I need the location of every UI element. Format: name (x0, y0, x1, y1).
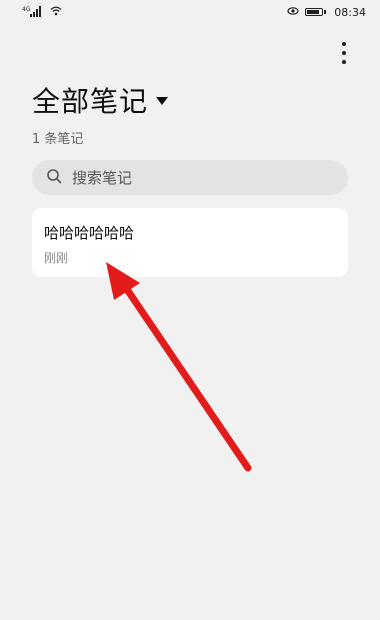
battery-icon (305, 8, 324, 16)
battery-tip (324, 10, 327, 14)
search-icon (46, 168, 62, 188)
signal-icon: 4G (22, 5, 44, 20)
note-title: 哈哈哈哈哈哈 (44, 224, 135, 242)
status-bar: 4G 08:34 (0, 0, 380, 24)
note-count: 1 条笔记 (32, 132, 84, 147)
page-title[interactable]: 全部笔记 (32, 80, 148, 120)
note-card[interactable]: 哈哈哈哈哈哈 刚刚 (32, 208, 348, 277)
dropdown-caret-icon[interactable] (156, 97, 169, 105)
header: 全部笔记 1 条笔记 (32, 80, 169, 147)
title-row[interactable]: 全部笔记 (32, 80, 169, 120)
status-time: 08:34 (334, 5, 366, 19)
wifi-icon (50, 6, 62, 19)
status-right: 08:34 (287, 6, 366, 19)
eye-comfort-icon (287, 6, 299, 19)
search-input[interactable]: 搜索笔记 (32, 160, 348, 195)
status-left: 4G (22, 5, 62, 20)
more-options-icon[interactable] (336, 40, 352, 66)
network-label: 4G (22, 6, 31, 13)
search-placeholder: 搜索笔记 (72, 169, 133, 187)
note-time: 刚刚 (44, 251, 69, 265)
